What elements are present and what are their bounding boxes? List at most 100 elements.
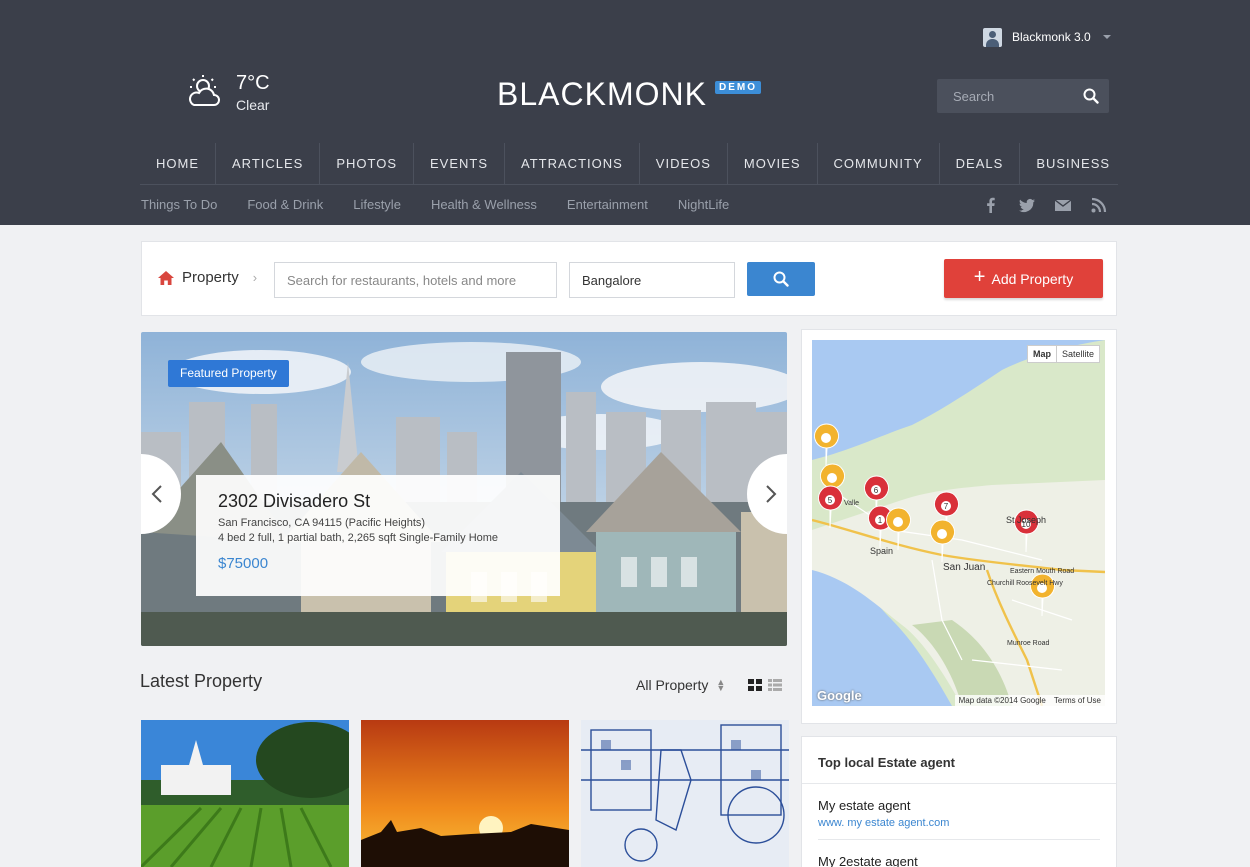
map-label: Valle — [844, 500, 860, 507]
sort-icon: ▲ ▼ — [716, 677, 726, 693]
map-terms-link[interactable]: Terms of Use — [1054, 696, 1101, 705]
map-footer: Map data ©2014 Google Terms of Use — [954, 695, 1105, 706]
map-panel: 5 6 1 7 10 Map Satellite St Joseph San J… — [801, 329, 1117, 724]
property-card[interactable] — [581, 720, 789, 867]
chevron-left-icon — [151, 485, 162, 503]
breadcrumb-property[interactable]: Property — [182, 269, 239, 286]
add-property-label: Add Property — [991, 270, 1074, 287]
featured-location: San Francisco, CA 94115 (Pacific Heights… — [218, 517, 426, 529]
search-icon — [773, 271, 789, 287]
featured-price: $75000 — [218, 555, 269, 572]
nav-deals[interactable]: DEALS — [940, 143, 1021, 184]
site-logo[interactable]: BLACKMONK DEMO — [497, 76, 761, 112]
map-type-map[interactable]: Map — [1028, 346, 1057, 362]
featured-info-card[interactable]: 2302 Divisadero St San Francisco, CA 941… — [196, 475, 560, 596]
map-label: St Joseph — [1006, 515, 1047, 525]
nav-home[interactable]: HOME — [140, 143, 216, 184]
twitter-icon[interactable] — [1019, 197, 1035, 213]
logo-text: BLACKMONK — [497, 76, 707, 112]
map-marker-label: 5 — [828, 496, 833, 505]
map-canvas: 5 6 1 7 10 — [812, 340, 1105, 706]
map-label: Munroe Road — [1007, 640, 1050, 647]
chevron-right-icon — [766, 485, 777, 503]
map-marker-label: 1 — [878, 516, 883, 525]
agents-title: Top local Estate agent — [802, 737, 1116, 784]
header-search-input[interactable] — [937, 79, 1072, 113]
demo-badge: DEMO — [715, 81, 761, 94]
social-links — [983, 197, 1107, 213]
nav-events[interactable]: EVENTS — [414, 143, 506, 184]
mail-icon[interactable] — [1055, 197, 1071, 213]
map-attribution: Map data ©2014 Google — [958, 696, 1046, 705]
property-card[interactable] — [141, 720, 349, 867]
map-label: Eastern Mouth Road — [1010, 568, 1075, 575]
map-marker-label: 6 — [874, 486, 879, 495]
nav-photos[interactable]: PHOTOS — [320, 143, 415, 184]
user-name: Blackmonk 3.0 — [1012, 30, 1091, 44]
map-label: Spain — [870, 546, 894, 556]
agent-item: My estate agent www. my estate agent.com — [802, 798, 1116, 840]
property-image — [141, 720, 349, 867]
subnav-nightlife[interactable]: NightLife — [678, 197, 729, 212]
property-card[interactable] — [361, 720, 569, 867]
agent-name[interactable]: My 2estate agent — [818, 854, 1100, 867]
property-map[interactable]: 5 6 1 7 10 Map Satellite St Joseph San J… — [812, 340, 1105, 706]
rss-icon[interactable] — [1091, 197, 1107, 213]
main-nav: HOME ARTICLES PHOTOS EVENTS ATTRACTIONS … — [140, 143, 1118, 185]
featured-address: 2302 Divisadero St — [218, 491, 371, 511]
weather-widget: 7°C Clear — [186, 72, 270, 114]
home-icon[interactable] — [158, 270, 174, 285]
search-icon[interactable] — [1083, 88, 1099, 104]
subnav-things-to-do[interactable]: Things To Do — [141, 197, 217, 212]
property-toolbar: Property › + Add Property — [141, 241, 1117, 316]
featured-tag: Featured Property — [168, 360, 289, 387]
subnav-entertainment[interactable]: Entertainment — [567, 197, 648, 212]
partly-cloudy-icon — [189, 75, 220, 106]
subnav-food-drink[interactable]: Food & Drink — [247, 197, 323, 212]
featured-slider: Featured Property 2302 Divisadero St San… — [141, 332, 787, 646]
add-property-button[interactable]: + Add Property — [944, 259, 1103, 298]
map-marker-label: 7 — [944, 502, 949, 511]
header-search — [937, 79, 1109, 113]
user-avatar-icon — [983, 27, 1002, 47]
estate-agents-panel: Top local Estate agent My estate agent w… — [801, 736, 1117, 867]
list-view-icon[interactable] — [768, 679, 782, 691]
breadcrumb: Property › — [158, 269, 257, 286]
plus-icon: + — [973, 266, 986, 288]
property-cards — [141, 720, 789, 867]
facebook-icon[interactable] — [983, 197, 999, 213]
map-type-satellite[interactable]: Satellite — [1057, 346, 1099, 362]
view-toggle — [748, 679, 782, 691]
featured-details: 4 bed 2 full, 1 partial bath, 2,265 sqft… — [218, 532, 499, 544]
property-search-input[interactable] — [274, 262, 557, 298]
latest-property-title: Latest Property — [140, 671, 263, 691]
property-image — [581, 720, 789, 867]
nav-articles[interactable]: ARTICLES — [216, 143, 321, 184]
grid-view-icon[interactable] — [748, 679, 762, 691]
nav-business[interactable]: BUSINESS — [1020, 143, 1126, 184]
chevron-right-icon: › — [252, 270, 258, 285]
search-button[interactable] — [747, 262, 815, 296]
chevron-down-icon — [1102, 35, 1111, 39]
map-type-toggle: Map Satellite — [1026, 345, 1100, 363]
site-header: Blackmonk 3.0 7°C Clear BLACKMONK DEMO S… — [0, 0, 1250, 225]
agent-website-link[interactable]: www. my estate agent.com — [818, 817, 1100, 840]
nav-attractions[interactable]: ATTRACTIONS — [505, 143, 640, 184]
map-label: Churchill Roosevelt Hwy — [987, 580, 1063, 587]
nav-movies[interactable]: MOVIES — [728, 143, 818, 184]
map-label: San Juan — [943, 562, 986, 573]
location-input[interactable] — [569, 262, 735, 298]
google-logo: Google — [817, 688, 862, 703]
user-menu[interactable]: Blackmonk 3.0 — [983, 26, 1111, 48]
weather-condition: Clear — [236, 97, 270, 113]
agent-name[interactable]: My estate agent — [818, 798, 1100, 813]
property-filter-value: All Property — [636, 677, 709, 693]
nav-videos[interactable]: VIDEOS — [640, 143, 728, 184]
property-filter-select[interactable]: All Property ▲ ▼ — [636, 677, 725, 693]
subnav-health-wellness[interactable]: Health & Wellness — [431, 197, 537, 212]
subnav-lifestyle[interactable]: Lifestyle — [353, 197, 401, 212]
weather-temp: 7°C — [236, 72, 270, 94]
property-image — [361, 720, 569, 867]
sub-nav: Things To Do Food & Drink Lifestyle Heal… — [141, 197, 759, 212]
nav-community[interactable]: COMMUNITY — [818, 143, 940, 184]
